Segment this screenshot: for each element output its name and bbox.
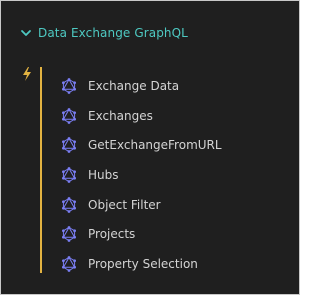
list-item-object-filter[interactable]: Object Filter <box>61 190 222 220</box>
chevron-down-icon[interactable] <box>19 26 33 40</box>
list-item-exchange-data[interactable]: Exchange Data <box>61 71 222 101</box>
graphql-icon <box>62 167 76 183</box>
list-item-label: Projects <box>88 227 136 242</box>
list-item-get-exchange-from-url[interactable]: GetExchangeFromURL <box>61 130 222 160</box>
list-item-label: Exchanges <box>88 108 153 123</box>
lightning-icon <box>23 67 31 81</box>
list-item-label: Exchange Data <box>88 78 180 93</box>
query-list: Exchange Data Exchanges GetExchangeFromU… <box>61 71 222 279</box>
list-item-hubs[interactable]: Hubs <box>61 160 222 190</box>
section-header[interactable]: Data Exchange GraphQL <box>19 23 188 43</box>
list-item-label: GetExchangeFromURL <box>88 138 222 153</box>
graphql-explorer-panel: Data Exchange GraphQL Exchange Data Exch… <box>0 0 300 295</box>
list-item-label: Object Filter <box>88 197 161 212</box>
list-item-property-selection[interactable]: Property Selection <box>61 249 222 279</box>
graphql-icon <box>62 226 76 243</box>
graphql-icon <box>62 137 76 154</box>
list-item-exchanges[interactable]: Exchanges <box>61 101 222 131</box>
tree-indent-guide <box>40 67 42 273</box>
list-item-label: Hubs <box>88 167 119 182</box>
graphql-icon <box>62 256 76 272</box>
graphql-icon <box>62 107 76 124</box>
section-title: Data Exchange GraphQL <box>38 26 188 40</box>
graphql-icon <box>62 77 76 94</box>
list-item-projects[interactable]: Projects <box>61 219 222 249</box>
graphql-icon <box>62 196 76 213</box>
list-item-label: Property Selection <box>88 256 198 271</box>
